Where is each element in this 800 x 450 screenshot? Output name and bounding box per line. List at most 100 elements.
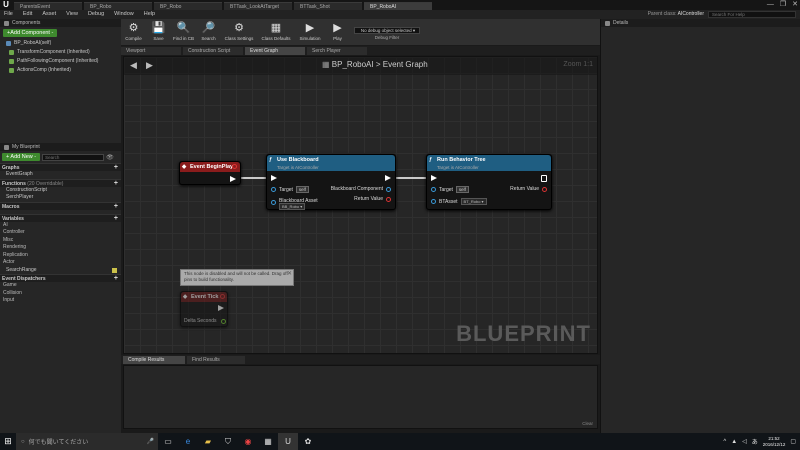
- minimize-button[interactable]: —: [767, 0, 774, 10]
- btasset-pin[interactable]: BTAsset BT_Robo ▾: [431, 198, 487, 205]
- variable-category[interactable]: Actor: [0, 259, 121, 267]
- view-options-icon[interactable]: 👁: [106, 154, 114, 161]
- tray-chevron-icon[interactable]: ^: [723, 439, 726, 445]
- notification-icon[interactable]: ▢: [790, 438, 796, 445]
- function-item[interactable]: SerchPlayer: [0, 194, 121, 202]
- start-button[interactable]: ⊞: [0, 436, 16, 447]
- tab-viewport[interactable]: Viewport: [121, 47, 181, 55]
- simulation-button[interactable]: ▶ Simulation: [295, 21, 325, 41]
- file-explorer-icon[interactable]: ▰: [198, 437, 218, 446]
- node-use-blackboard[interactable]: ƒ Use Blackboard Target is AIController T…: [266, 154, 396, 210]
- clock[interactable]: 21:52 2016/12/12: [763, 436, 786, 448]
- component-item[interactable]: TransformComponent (Inherited): [0, 48, 121, 57]
- blackboard-asset-pin[interactable]: Blackboard Asset BB_Robo ▾: [271, 198, 318, 210]
- variable-category[interactable]: AI: [0, 222, 121, 230]
- store-icon[interactable]: ⛉: [218, 437, 238, 447]
- app-icon[interactable]: ✿: [298, 437, 318, 446]
- tab-construction-script[interactable]: Construction Script: [183, 47, 243, 55]
- menu-file[interactable]: File: [4, 10, 13, 19]
- macros-section[interactable]: Macros +: [0, 201, 121, 210]
- component-item[interactable]: PathFollowingComponent (Inherited): [0, 57, 121, 66]
- variable-category[interactable]: Misc: [0, 237, 121, 245]
- volume-icon[interactable]: ◁: [742, 438, 747, 445]
- debug-object-select[interactable]: No debug object selected ▾: [354, 27, 420, 34]
- add-new-button[interactable]: + Add New -: [2, 153, 41, 161]
- compile-button[interactable]: ⚙ Compile: [121, 21, 146, 41]
- add-component-button[interactable]: +Add Component -: [3, 29, 58, 37]
- exec-out-pin[interactable]: [230, 176, 236, 182]
- myblueprint-search-input[interactable]: Search: [42, 153, 105, 161]
- exec-in-pin[interactable]: [271, 175, 277, 181]
- maximize-button[interactable]: ❐: [780, 0, 786, 10]
- close-button[interactable]: ✕: [792, 0, 798, 10]
- tab-find-results[interactable]: Find Results: [187, 356, 245, 364]
- variable-category[interactable]: Replication: [0, 252, 121, 260]
- network-icon[interactable]: ▲: [731, 439, 737, 445]
- exec-in-pin[interactable]: [431, 175, 437, 181]
- dispatcher-category[interactable]: Input: [0, 297, 121, 305]
- unreal-editor-taskbar-icon[interactable]: U: [278, 433, 298, 450]
- graph-canvas[interactable]: ◀ ▶ ▦ BP_RoboAI > Event Graph Zoom 1:1 ◆…: [123, 56, 598, 354]
- node-run-behavior-tree[interactable]: ƒ Run Behavior Tree Target is AIControlle…: [426, 154, 552, 210]
- class-defaults-button[interactable]: ▦ Class Defaults: [257, 21, 295, 41]
- menu-edit[interactable]: Edit: [23, 10, 32, 19]
- dispatchers-section[interactable]: Event Dispatchers +: [0, 274, 121, 282]
- tab-serch-player[interactable]: Serch Player: [307, 47, 367, 55]
- doc-tab-4[interactable]: BTTask_LookAtTarget: [224, 2, 292, 10]
- target-pin[interactable]: Target self: [431, 186, 469, 193]
- save-button[interactable]: 💾 Save: [146, 21, 171, 41]
- edge-icon[interactable]: e: [178, 437, 198, 446]
- exec-out-pin[interactable]: [218, 305, 224, 311]
- tab-event-graph[interactable]: Event Graph: [245, 47, 305, 55]
- add-dispatcher-icon[interactable]: +: [114, 275, 118, 282]
- tab-compile-results[interactable]: Compile Results: [123, 356, 185, 364]
- doc-tab-5[interactable]: BTTask_Shot: [294, 2, 362, 10]
- graph-item-eventgraph[interactable]: EventGraph: [0, 171, 121, 179]
- menu-window[interactable]: Window: [114, 10, 134, 19]
- exec-out-pin[interactable]: [385, 175, 391, 181]
- clear-button[interactable]: Clear: [582, 421, 593, 426]
- node-event-tick[interactable]: ◆ Event Tick Delta Seconds: [180, 291, 228, 327]
- asset-dropdown[interactable]: BT_Robo ▾: [460, 198, 487, 205]
- doc-tab-2[interactable]: BP_Robo: [84, 2, 152, 10]
- exec-out-pin[interactable]: [541, 175, 547, 182]
- tooltip-close-icon[interactable]: ✕: [287, 270, 292, 277]
- search-button[interactable]: 🔎 Search: [196, 21, 221, 41]
- add-graph-icon[interactable]: +: [114, 164, 118, 171]
- delegate-pin[interactable]: [220, 294, 225, 299]
- chrome-icon[interactable]: ◉: [238, 437, 258, 446]
- graphs-section[interactable]: Graphs +: [0, 163, 121, 171]
- menu-debug[interactable]: Debug: [88, 10, 104, 19]
- ime-icon[interactable]: あ: [752, 437, 758, 446]
- return-value-pin[interactable]: Return Value: [354, 196, 391, 202]
- variable-category[interactable]: Controller: [0, 229, 121, 237]
- play-button[interactable]: ▶ Play: [325, 21, 350, 41]
- doc-tab-1[interactable]: ParentsEvent: [14, 2, 82, 10]
- asset-dropdown[interactable]: BB_Robo ▾: [279, 203, 306, 210]
- add-variable-icon[interactable]: +: [114, 215, 118, 222]
- delta-seconds-pin[interactable]: Delta Seconds: [184, 318, 226, 324]
- function-item[interactable]: ConstructionScript: [0, 187, 121, 195]
- blackboard-component-pin[interactable]: Blackboard Component: [331, 186, 391, 192]
- variables-section[interactable]: Variables +: [0, 213, 121, 222]
- delegate-pin[interactable]: [232, 164, 237, 169]
- microphone-icon[interactable]: 🎤: [147, 438, 154, 445]
- menu-view[interactable]: View: [66, 10, 78, 19]
- dispatcher-category[interactable]: Game: [0, 282, 121, 290]
- node-event-beginplay[interactable]: ◆ Event BeginPlay: [179, 161, 241, 185]
- component-root[interactable]: BP_RoboAI(self): [0, 39, 121, 48]
- add-function-icon[interactable]: +: [114, 180, 118, 187]
- find-in-cb-button[interactable]: 🔍 Find in CB: [171, 21, 196, 41]
- doc-tab-6[interactable]: BP_RoboAI: [364, 2, 432, 10]
- menu-asset[interactable]: Asset: [42, 10, 56, 19]
- class-settings-button[interactable]: ⚙ Class Settings: [221, 21, 257, 41]
- cortana-search[interactable]: ○ 何でも聞いてください 🎤: [16, 433, 158, 450]
- parent-class-value[interactable]: AIController: [678, 11, 704, 17]
- app-icon[interactable]: ▦: [258, 437, 278, 446]
- doc-tab-3[interactable]: BP_Robo: [154, 2, 222, 10]
- dispatcher-category[interactable]: Collision: [0, 290, 121, 298]
- menu-help[interactable]: Help: [144, 10, 155, 19]
- variable-category[interactable]: Rendering: [0, 244, 121, 252]
- target-pin[interactable]: Target self: [271, 186, 309, 193]
- return-value-pin[interactable]: Return Value: [510, 186, 547, 192]
